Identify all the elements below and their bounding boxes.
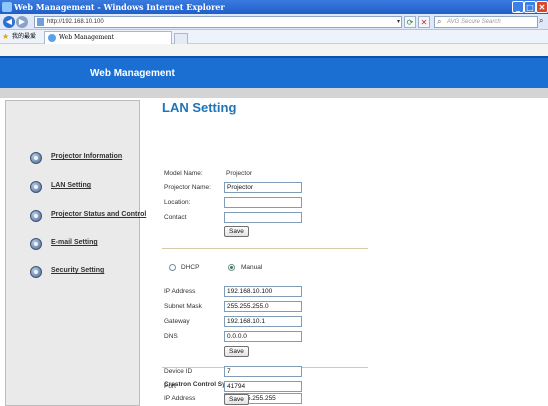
refresh-button[interactable]: ⟳ [404, 16, 416, 28]
search-go-icon[interactable]: ⌕ [539, 16, 548, 28]
bullet-icon [30, 181, 42, 193]
sidebar: Projector Information LAN Setting Projec… [5, 100, 146, 406]
search-icon: ⌕ [437, 17, 442, 26]
gateway-label: Gateway [164, 318, 190, 325]
page-icon [37, 18, 44, 26]
gateway-field[interactable]: 192.168.10.1 [224, 316, 302, 327]
projector-name-label: Projector Name: [164, 184, 211, 191]
stop-button[interactable]: ✕ [418, 16, 430, 28]
ip-address-field[interactable]: 192.168.10.100 [224, 286, 302, 297]
dhcp-label: DHCP [181, 264, 200, 271]
main-panel: LAN Setting Model Name: Projector Projec… [162, 100, 542, 406]
window-title-bar: Web Management - Windows Internet Explor… [0, 0, 548, 14]
port-field[interactable]: 41794 [224, 381, 302, 392]
ie-tab-icon [48, 34, 56, 42]
save-button[interactable]: Save [224, 226, 249, 237]
page-content: Web Management Projector Information LAN… [0, 44, 548, 406]
sidebar-item-label: Projector Information [51, 153, 123, 160]
location-label: Location: [164, 199, 191, 206]
page-title: LAN Setting [162, 100, 237, 115]
tab-web-management[interactable]: Web Management [44, 31, 172, 44]
device-id-field[interactable]: 7 [224, 366, 302, 377]
subnet-mask-label: Subnet Mask [164, 303, 202, 310]
bullet-icon [30, 238, 42, 250]
tab-label: Web Management [59, 34, 115, 41]
search-placeholder: AVG Secure Search [447, 19, 501, 25]
manual-label: Manual [241, 264, 263, 271]
bullet-icon [30, 152, 42, 164]
dhcp-radio[interactable] [169, 264, 176, 271]
model-name-label: Model Name: [164, 170, 203, 177]
new-tab-button[interactable] [174, 33, 188, 44]
port-label: Port [164, 383, 176, 390]
bullet-icon [30, 210, 42, 222]
address-text: http://192.168.10.100 [47, 19, 104, 25]
dns-field[interactable]: 0.0.0.0 [224, 331, 302, 342]
ie-icon [2, 2, 12, 12]
crestron-ip-label: IP Address [164, 395, 196, 402]
sidebar-item-label: Security Setting [51, 267, 105, 274]
sidebar-item-label: E-mail Setting [51, 239, 98, 246]
address-bar[interactable]: http://192.168.10.100 ▾ [34, 16, 402, 28]
model-name-value: Projector [226, 170, 253, 177]
section-divider [162, 248, 368, 249]
minimize-button[interactable]: _ [512, 1, 524, 13]
banner-band [0, 88, 548, 98]
top-gap [0, 44, 548, 56]
favorites-bar: ★ 我的最爱 Web Management [0, 30, 548, 44]
favorites-label: 我的最爱 [12, 33, 37, 40]
sidebar-item-label: LAN Setting [51, 182, 92, 189]
window-title: Web Management - Windows Internet Explor… [14, 2, 225, 12]
subnet-mask-field[interactable]: 255.255.255.0 [224, 301, 302, 312]
maximize-button[interactable]: □ [524, 1, 536, 13]
contact-label: Contact [164, 214, 187, 221]
ip-address-label: IP Address [164, 288, 196, 295]
bullet-icon [30, 266, 42, 278]
sidebar-item-label: Projector Status and Control [51, 211, 147, 218]
search-input[interactable]: ⌕ AVG Secure Search [434, 16, 538, 28]
dns-label: DNS [164, 333, 178, 340]
favorites-button[interactable]: ★ 我的最爱 [2, 32, 36, 42]
star-icon: ★ [2, 32, 10, 41]
projector-name-field[interactable]: Projector [224, 182, 302, 193]
address-toolbar: ◀ ▶ http://192.168.10.100 ▾ ⟳ ✕ ⌕ AVG Se… [0, 14, 548, 30]
banner-title: Web Management [90, 68, 175, 79]
manual-radio[interactable] [228, 264, 235, 271]
close-button[interactable]: ✕ [536, 1, 548, 13]
forward-button[interactable]: ▶ [16, 16, 28, 28]
chevron-down-icon[interactable]: ▾ [397, 17, 400, 27]
contact-field[interactable] [224, 212, 302, 223]
device-id-label: Device ID [164, 368, 193, 375]
back-button[interactable]: ◀ [3, 16, 15, 28]
banner: Web Management [0, 56, 548, 88]
location-field[interactable] [224, 197, 302, 208]
save-network-button[interactable]: Save [224, 346, 249, 357]
save-crestron-button[interactable]: Save [224, 394, 249, 405]
